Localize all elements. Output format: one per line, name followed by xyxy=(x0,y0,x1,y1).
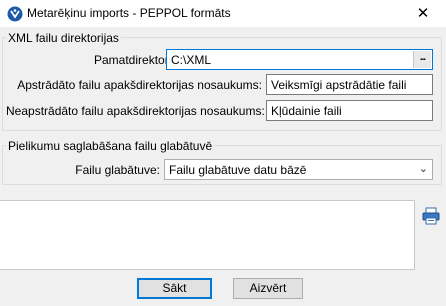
unprocessed-subdir-value: Kļūdainie faili xyxy=(271,104,342,118)
app-logo-icon xyxy=(7,6,23,22)
base-directory-label: Pamatdirektorija: xyxy=(94,53,185,67)
xml-group-title: XML failu direktorijas xyxy=(6,31,121,45)
start-button[interactable]: Sākt xyxy=(137,278,212,299)
close-button[interactable]: Aizvērt xyxy=(233,278,303,299)
chevron-down-icon[interactable]: ⌄ xyxy=(419,162,428,175)
close-window-button[interactable]: ✕ xyxy=(400,0,446,27)
processed-subdir-field[interactable]: Veiksmīgi apstrādātie faili xyxy=(266,74,433,95)
processed-subdir-label: Apstrādāto failu apakšdirektorijas nosau… xyxy=(17,78,262,92)
browse-folder-button[interactable]: ... xyxy=(413,51,431,68)
attachments-group-title: Pielikumu saglabāšana failu glabātuvē xyxy=(6,139,215,153)
window-title: Metarēķinu imports - PEPPOL formāts xyxy=(27,6,231,20)
title-bar: Metarēķinu imports - PEPPOL formāts ✕ xyxy=(0,0,446,27)
storage-select[interactable]: Failu glabātuve datu bāzē ⌄ xyxy=(164,159,433,180)
unprocessed-subdir-field[interactable]: Kļūdainie faili xyxy=(266,100,433,121)
storage-select-value: Failu glabātuve datu bāzē xyxy=(169,163,307,177)
printer-icon[interactable] xyxy=(422,207,440,225)
unprocessed-subdir-label: Neapstrādāto failu apakšdirektorijas nos… xyxy=(6,104,265,118)
base-directory-field[interactable]: C:\XML ... xyxy=(166,49,433,70)
log-output-area[interactable] xyxy=(0,200,415,270)
base-directory-value: C:\XML xyxy=(171,53,212,67)
storage-label: Failu glabātuve: xyxy=(75,163,160,177)
processed-subdir-value: Veiksmīgi apstrādātie faili xyxy=(271,78,407,92)
